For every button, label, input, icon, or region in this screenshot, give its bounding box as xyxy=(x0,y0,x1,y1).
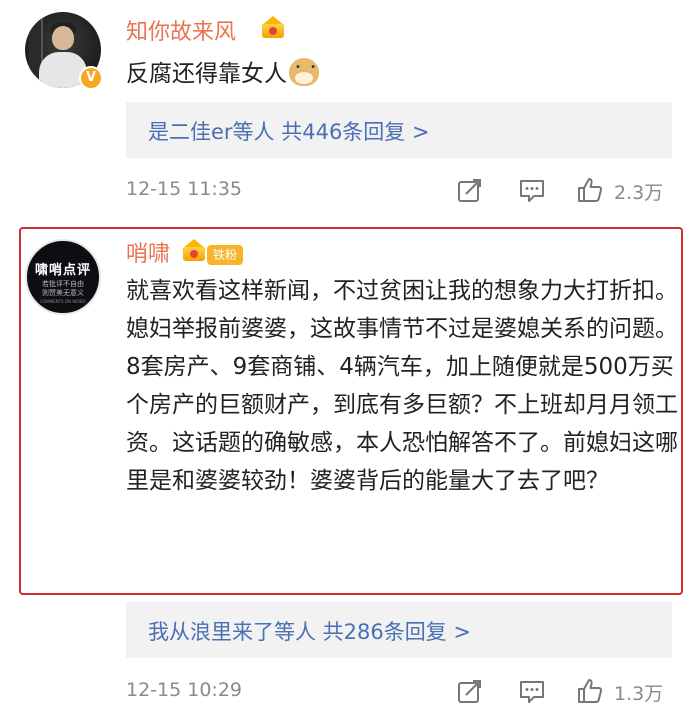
crown-badge-icon[interactable] xyxy=(260,16,286,38)
timestamp: 12-15 10:29 xyxy=(126,679,243,701)
verified-badge-icon: V xyxy=(79,66,103,90)
comment-meta: 12-15 10:29 1.3万 xyxy=(126,677,672,707)
comment-meta: 12-15 11:35 2.3万 xyxy=(126,176,672,206)
replies-link[interactable]: 是二佳er等人 共446条回复 > xyxy=(126,102,672,158)
like-icon[interactable] xyxy=(576,677,604,705)
comment-text: 反腐还得靠女人 xyxy=(126,54,319,88)
like-count: 1.3万 xyxy=(614,683,664,705)
like-icon[interactable] xyxy=(576,176,604,204)
comment-icon[interactable] xyxy=(518,677,546,705)
replies-link[interactable]: 我从浪里来了等人 共286条回复 > xyxy=(126,602,672,658)
comment-item: V 知你故来风 反腐还得靠女人 是二佳er等人 共446条回复 > 12-15 … xyxy=(0,0,692,215)
like-count: 2.3万 xyxy=(614,182,664,204)
username[interactable]: 知你故来风 xyxy=(126,14,236,46)
comment-icon[interactable] xyxy=(518,176,546,204)
share-icon[interactable] xyxy=(456,176,484,204)
timestamp: 12-15 11:35 xyxy=(126,178,243,200)
share-icon[interactable] xyxy=(456,677,484,705)
highlight-frame xyxy=(19,227,683,595)
doge-emoji-icon xyxy=(289,58,319,86)
